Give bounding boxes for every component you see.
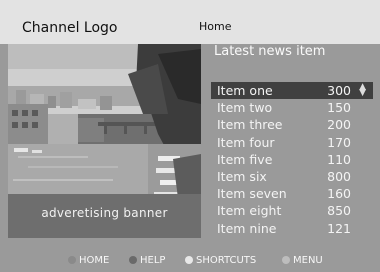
up-down-arrows-icon[interactable]: ▲ ▼: [359, 83, 366, 98]
list-item[interactable]: Item one 300 ▲ ▼: [211, 82, 373, 100]
item-value: 800: [327, 168, 351, 184]
home-button[interactable]: HOME: [68, 255, 109, 266]
channel-logo: Channel Logo: [22, 20, 118, 36]
item-name: Item seven: [217, 186, 287, 202]
item-value: 150: [327, 100, 351, 116]
item-value: 200: [327, 117, 351, 133]
item-name: Item nine: [217, 220, 277, 236]
item-value: 850: [327, 203, 351, 219]
help-label: HELP: [140, 255, 166, 266]
footer-nav: HOME HELP SHORTCUTS MENU: [0, 252, 380, 272]
item-value: 121: [327, 220, 351, 236]
list-item[interactable]: Item three 200: [211, 116, 373, 133]
item-value: 300: [327, 83, 351, 98]
list-item[interactable]: Item two 150: [211, 99, 373, 116]
item-name: Item three: [217, 117, 283, 133]
home-label: HOME: [79, 255, 110, 266]
shortcuts-button[interactable]: SHORTCUTS: [185, 255, 256, 266]
advertising-banner[interactable]: adveretising banner: [8, 44, 201, 238]
banner-caption: adveretising banner: [41, 206, 168, 220]
list-item[interactable]: Item nine 121: [211, 220, 373, 237]
breadcrumb[interactable]: Home: [199, 20, 231, 33]
shortcuts-dot-icon: [185, 256, 193, 264]
menu-dot-icon: [282, 256, 290, 264]
latest-news-headline[interactable]: Latest news item: [214, 44, 325, 59]
item-name: Item eight: [217, 203, 282, 219]
list-item[interactable]: Item seven 160: [211, 185, 373, 202]
menu-button[interactable]: MENU: [282, 255, 323, 266]
help-button[interactable]: HELP: [129, 255, 165, 266]
list-item[interactable]: Item four 170: [211, 134, 373, 151]
shortcuts-label: SHORTCUTS: [196, 255, 257, 266]
item-value: 170: [327, 134, 351, 150]
item-name: Item six: [217, 168, 267, 184]
header-bar: Channel Logo Home: [0, 0, 380, 44]
item-value: 110: [327, 151, 351, 167]
menu-label: MENU: [293, 255, 323, 266]
home-dot-icon: [68, 256, 76, 264]
list-item[interactable]: Item eight 850: [211, 202, 373, 219]
item-value: 160: [327, 186, 351, 202]
tv-screen: Channel Logo Home adveretising banner La…: [0, 0, 380, 272]
list-item[interactable]: Item five 110: [211, 151, 373, 168]
item-list: Item one 300 ▲ ▼ Item two 150 Item three …: [211, 82, 373, 237]
item-name: Item four: [217, 134, 275, 150]
item-name: Item five: [217, 151, 273, 167]
list-item[interactable]: Item six 800: [211, 168, 373, 185]
item-name: Item two: [217, 100, 273, 116]
item-name: Item one: [217, 83, 273, 98]
help-dot-icon: [129, 256, 137, 264]
